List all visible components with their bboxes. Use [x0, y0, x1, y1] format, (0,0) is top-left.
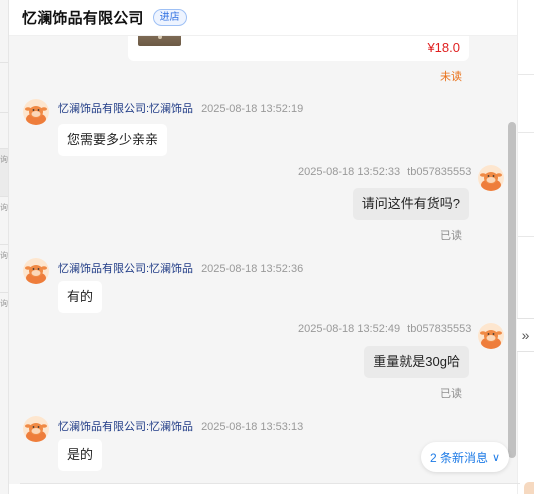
message-meta: 忆澜饰品有限公司:忆澜饰品 2025-08-18 13:52:19 [58, 100, 303, 116]
shop-name-title[interactable]: 忆澜饰品有限公司 [22, 7, 144, 28]
message-time: 2025-08-18 13:52:19 [201, 103, 304, 115]
left-strip-divider [0, 112, 8, 148]
right-strip-divider [518, 132, 534, 133]
sender-name: 忆澜饰品有限公司:忆澜饰品 [58, 263, 194, 275]
right-strip-divider [518, 236, 534, 237]
left-strip-item[interactable]: 询 [0, 148, 8, 196]
left-strip-label: 询 [0, 251, 8, 260]
cow-mascot-avatar-icon[interactable] [478, 323, 504, 349]
read-status: 已读 [440, 230, 462, 242]
read-status: 已读 [440, 388, 462, 400]
message-meta: 2025-08-18 13:52:49 tb057835553 [298, 323, 471, 335]
product-thumbnail[interactable] [138, 36, 181, 46]
input-divider [20, 483, 520, 484]
cow-mascot-avatar-icon[interactable] [23, 99, 49, 125]
cow-mascot-avatar-icon[interactable] [23, 416, 49, 442]
right-strip-divider [518, 74, 534, 75]
message-time: 2025-08-18 13:52:33 [298, 166, 401, 178]
left-strip-item[interactable]: 询 [0, 244, 8, 292]
product-price: ¥18.0 [427, 40, 460, 55]
left-strip-label: 询 [0, 203, 8, 212]
product-card[interactable]: ¥18.0 [128, 36, 469, 61]
message-bubble[interactable]: 您需要多少亲亲 [58, 124, 168, 156]
new-messages-button[interactable]: 2 条新消息 ∨ [421, 442, 509, 472]
double-chevron-right-icon: » [521, 327, 530, 343]
message-meta: 2025-08-18 13:52:33 tb057835553 [298, 166, 471, 178]
message-bubble[interactable]: 是的 [58, 439, 103, 471]
chat-scrollbar[interactable] [508, 122, 516, 458]
enter-shop-button[interactable]: 进店 [152, 9, 187, 26]
message-list[interactable]: ¥18.0 未读 忆澜饰品有限公司:忆澜饰品 2025-08-18 13:52:1… [9, 36, 517, 484]
expand-panel-button[interactable]: » [516, 318, 534, 352]
cow-mascot-avatar-icon[interactable] [23, 258, 49, 284]
cow-mascot-avatar-icon[interactable] [478, 165, 504, 191]
message-time: 2025-08-18 13:53:13 [201, 421, 304, 433]
left-conversation-strip: 询 询 询 询 [0, 0, 9, 494]
chat-header: 忆澜饰品有限公司 进店 [9, 0, 517, 36]
message-meta: 忆澜饰品有限公司:忆澜饰品 2025-08-18 13:52:36 [58, 260, 303, 276]
sender-name: tb057835553 [407, 166, 472, 178]
message-time: 2025-08-18 13:52:49 [298, 323, 401, 335]
right-side-panel-edge [517, 0, 534, 494]
message-bubble[interactable]: 请问这件有货吗? [352, 188, 469, 220]
left-strip-divider [0, 62, 8, 80]
sender-name: tb057835553 [407, 323, 472, 335]
read-status-unread: 未读 [440, 71, 462, 83]
left-strip-label: 询 [0, 299, 8, 308]
new-messages-label: 2 条新消息 [429, 450, 488, 465]
left-strip-item[interactable]: 询 [0, 292, 8, 340]
sender-name: 忆澜饰品有限公司:忆澜饰品 [58, 421, 194, 433]
left-strip-label: 询 [0, 155, 8, 164]
sender-name: 忆澜饰品有限公司:忆澜饰品 [58, 103, 194, 115]
chevron-down-icon: ∨ [491, 451, 501, 464]
left-strip-item[interactable]: 询 [0, 196, 8, 244]
user-avatar-partial[interactable] [524, 482, 534, 494]
message-meta: 忆澜饰品有限公司:忆澜饰品 2025-08-18 13:53:13 [58, 418, 303, 434]
message-bubble[interactable]: 重量就是30g哈 [364, 346, 469, 378]
message-time: 2025-08-18 13:52:36 [201, 263, 304, 275]
message-bubble[interactable]: 有的 [58, 281, 103, 313]
